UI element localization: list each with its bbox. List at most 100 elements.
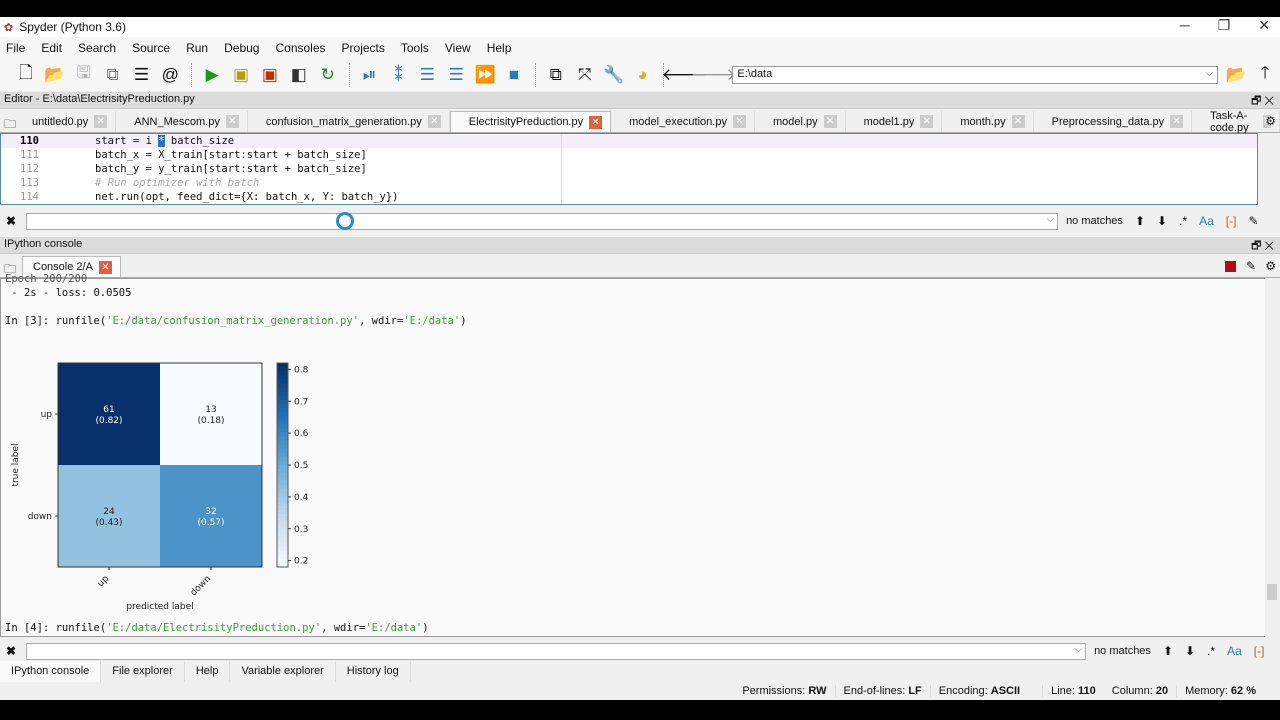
regex-icon[interactable]: .* <box>1179 214 1187 228</box>
menu-tools[interactable]: Tools <box>401 41 429 55</box>
tab-confusion-matrix-generation[interactable]: confusion_matrix_generation.py ✕ <box>248 111 450 132</box>
case-sensitive-icon[interactable]: Aa <box>1227 644 1242 658</box>
close-find-icon[interactable]: ✖ <box>6 214 16 228</box>
maximize-pane-icon[interactable]: ⧉ <box>542 63 570 87</box>
outline-icon[interactable]: ☰ <box>128 63 156 87</box>
tab-file-explorer[interactable]: File explorer <box>101 661 185 682</box>
close-find-icon[interactable]: ✖ <box>6 644 16 658</box>
close-tab-icon[interactable]: ✕ <box>589 115 603 129</box>
menu-file[interactable]: File <box>6 41 25 55</box>
working-directory-input[interactable]: E:\data ⌵ <box>732 65 1219 84</box>
tab-untitled0[interactable]: untitled0.py ✕ <box>0 111 117 132</box>
restore-button[interactable]: ❐ <box>1218 17 1231 34</box>
editor-scrollbar[interactable] <box>1265 133 1279 205</box>
whole-word-icon[interactable]: [-] <box>1226 214 1237 228</box>
close-tab-icon[interactable]: ✕ <box>427 115 441 128</box>
console-input-3: In [3]: runfile('E:/data/confusion_matri… <box>5 315 467 327</box>
find-previous-icon[interactable]: ⬆ <box>1163 644 1173 658</box>
colorbar-segment <box>277 407 288 413</box>
console-output[interactable]: Epoch 200/200 - 2s - loss: 0.0505 In [3]… <box>0 273 1266 637</box>
save-icon[interactable]: 🖫 <box>70 63 98 87</box>
tab-month[interactable]: month.py ✕ <box>942 111 1034 132</box>
close-tab-icon[interactable]: ✕ <box>225 115 239 128</box>
close-tab-icon[interactable]: ✕ <box>1011 115 1025 128</box>
editor-find-input[interactable]: ⌵ <box>26 212 1059 230</box>
stop-debug-icon[interactable]: ■ <box>500 63 528 87</box>
colorbar-segment <box>277 416 288 421</box>
colorbar-segment <box>277 411 288 417</box>
forward-arrow-icon[interactable]: 🡒 <box>691 63 737 87</box>
close-button[interactable]: ✕ <box>1258 17 1270 34</box>
open-file-icon[interactable]: 📂 <box>41 63 69 87</box>
menu-view[interactable]: View <box>445 41 471 55</box>
close-tab-icon[interactable]: ✕ <box>98 260 112 274</box>
new-file-icon[interactable]: 🗋 <box>12 63 40 87</box>
find-next-icon[interactable]: ⬇ <box>1157 214 1167 228</box>
find-next-icon[interactable]: ⬇ <box>1185 644 1195 658</box>
console-find-input[interactable]: ⌵ <box>26 642 1087 660</box>
menu-help[interactable]: Help <box>487 41 512 55</box>
step-return-icon[interactable]: ☰ <box>442 63 470 87</box>
browse-folder-icon[interactable]: 📂 <box>1222 63 1250 87</box>
menu-search[interactable]: Search <box>78 41 116 55</box>
tab-electrisitypreduction[interactable]: ElectrisityPreduction.py ✕ <box>449 111 612 132</box>
tab-model1[interactable]: model1.py ✕ <box>846 111 943 132</box>
debug-icon[interactable]: ⏯ <box>356 63 384 87</box>
highlight-icon[interactable]: ✎ <box>1248 214 1258 228</box>
console-scrollbar[interactable] <box>1265 278 1279 637</box>
colorbar-segment <box>277 444 288 450</box>
confusion-matrix-plot: 61(0.82) 13(0.18) 24(0.43) 32(0.57) up down up… <box>11 362 309 612</box>
minimize-button[interactable]: ─ <box>1180 17 1190 34</box>
case-sensitive-icon[interactable]: Aa <box>1199 214 1214 228</box>
run-selection-icon[interactable]: ◧ <box>285 63 313 87</box>
menu-source[interactable]: Source <box>132 41 170 55</box>
chevron-down-icon[interactable]: ⌵ <box>1206 68 1214 79</box>
status-eol: End-of-lines: LF <box>834 685 930 697</box>
find-previous-icon[interactable]: ⬆ <box>1135 214 1145 228</box>
close-tab-icon[interactable]: ✕ <box>94 115 108 128</box>
y-tick-label: up <box>41 410 53 420</box>
close-tab-icon[interactable]: ✕ <box>1170 115 1184 128</box>
tab-ann-mescom[interactable]: ANN_Mescom.py ✕ <box>116 111 248 132</box>
run-cell-advance-icon[interactable]: ▣ <box>256 63 284 87</box>
at-icon[interactable]: @ <box>156 63 184 87</box>
tab-model-execution[interactable]: model_execution.py ✕ <box>611 111 755 132</box>
run-icon[interactable]: ▶ <box>198 63 226 87</box>
edit-icon[interactable]: ✎ <box>1246 259 1256 273</box>
tab-model[interactable]: model.py ✕ <box>755 111 846 132</box>
regex-icon[interactable]: .* <box>1207 644 1215 658</box>
tab-history-log[interactable]: History log <box>336 661 411 682</box>
colorbar-segment <box>277 375 288 380</box>
python-path-icon[interactable]: ◕ <box>629 63 657 87</box>
pane-controls[interactable]: 🗗 ✕ <box>1251 92 1274 111</box>
code-editor[interactable]: 110 start = i * batch_size 111 batch_x = X… <box>0 133 1258 205</box>
gear-icon[interactable]: ⚙ <box>1265 259 1276 273</box>
close-tab-icon[interactable]: ✕ <box>823 115 837 128</box>
close-tab-icon[interactable]: ✕ <box>920 115 934 128</box>
gear-icon[interactable]: ⚙ <box>1265 114 1276 128</box>
preferences-wrench-icon[interactable]: 🔧 <box>600 63 628 87</box>
tab-preprocessing-data[interactable]: Preprocessing_data.py ✕ <box>1034 111 1193 132</box>
menu-run[interactable]: Run <box>186 41 208 55</box>
step-into-icon[interactable]: ☰ <box>413 63 441 87</box>
save-all-icon[interactable]: ⧉ <box>99 63 127 87</box>
parent-directory-icon[interactable]: 🡑 <box>1251 63 1279 87</box>
working-directory-value: E:\data <box>737 67 773 80</box>
menu-debug[interactable]: Debug <box>224 41 259 55</box>
menu-consoles[interactable]: Consoles <box>275 41 325 55</box>
menu-projects[interactable]: Projects <box>342 41 385 55</box>
menu-edit[interactable]: Edit <box>41 41 62 55</box>
continue-icon[interactable]: ⏩ <box>471 63 499 87</box>
tab-variable-explorer[interactable]: Variable explorer <box>230 661 336 682</box>
run-cell-icon[interactable]: ▣ <box>227 63 255 87</box>
colorbar-segment <box>277 448 288 454</box>
step-icon[interactable]: ⁑ <box>385 63 413 87</box>
whole-word-icon[interactable]: [-] <box>1254 644 1265 658</box>
rerun-icon[interactable]: ↻ <box>314 63 342 87</box>
fullscreen-icon[interactable]: ⤧ <box>571 63 599 87</box>
stop-kernel-icon[interactable] <box>1225 261 1236 272</box>
tab-ipython-console[interactable]: IPython console <box>0 661 102 682</box>
tab-help[interactable]: Help <box>185 661 231 682</box>
close-tab-icon[interactable]: ✕ <box>732 115 746 128</box>
pane-controls[interactable]: 🗗 ✕ <box>1251 237 1274 256</box>
